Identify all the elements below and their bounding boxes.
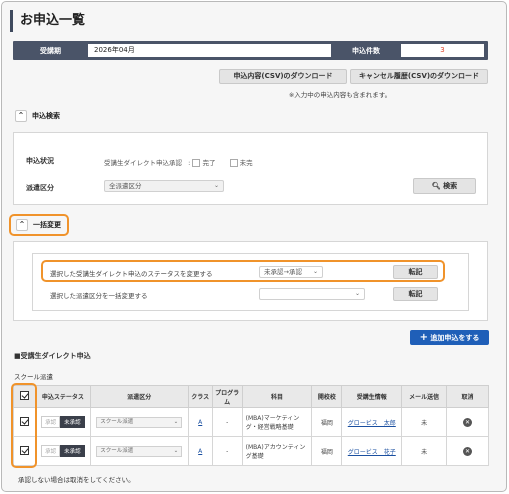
col-program: プログラム: [211, 385, 243, 408]
approved-toggle[interactable]: 承認: [41, 416, 61, 428]
bulk-status-row-highlight: [41, 260, 445, 282]
col-subject: 科目: [241, 385, 313, 408]
dispatch-cell: スクール派遣 ⌄: [89, 436, 189, 466]
page-title: お申込一覧: [10, 10, 85, 32]
pending-checkbox[interactable]: [229, 159, 238, 167]
col-mail: メール送信: [401, 385, 448, 408]
student-link[interactable]: グロービス 花子: [348, 449, 396, 456]
done-option-label: 完了: [202, 159, 216, 167]
close-icon[interactable]: ✕: [463, 446, 473, 456]
search-section-header[interactable]: ⌃ 申込検索: [15, 110, 60, 122]
dispatch-label: 派遣区分: [26, 184, 54, 192]
table-row: 承認 未承認 スクール派遣 ⌄ A - (MBA)アカウンティング基礎 福岡 グロー…: [13, 436, 489, 466]
chevron-down-icon: ⌄: [173, 418, 179, 425]
chevron-down-icon: ⌄: [213, 182, 219, 189]
student-link[interactable]: グロービス 太郎: [348, 420, 396, 427]
search-panel: 申込状況 受講生ダイレクト申込承認 : 完了 未完 派遣区分 全派遣区分 ⌄ 🔍…: [13, 132, 488, 205]
status-cell: 承認 未承認: [34, 436, 91, 466]
student-cell[interactable]: グロービス 花子: [341, 436, 403, 466]
chevron-up-icon[interactable]: ⌃: [15, 110, 27, 122]
dispatch-cell: スクール派遣 ⌄: [89, 407, 189, 437]
download-note: ※入力中の申込内容も含まれます。: [288, 91, 392, 99]
add-application-button[interactable]: + 追加申込をする: [410, 330, 489, 345]
unapproved-toggle[interactable]: 未承認: [60, 445, 85, 457]
bulk-section-title: 一括変更: [33, 221, 61, 229]
status-text: 受講生ダイレクト申込承認 : 完了 未完: [104, 159, 253, 167]
search-button[interactable]: 🔍︎ 検索: [413, 178, 476, 194]
pending-option-label: 未完: [239, 159, 253, 167]
page-frame: お申込一覧 受講期 2026年04月 申込件数 3 申込内容(CSV)のダウンロ…: [1, 1, 507, 492]
direct-table: 申込ステータス 派遣区分 クラス プログラム 科目 開校校 受講生情報 メール送…: [13, 385, 489, 466]
table-row: 承認 未承認 スクール派遣 ⌄ A - (MBA)マーケティング・経営戦略基礎 福岡…: [13, 407, 489, 437]
col-school: 開校校: [311, 385, 343, 408]
search-icon: 🔍︎: [431, 182, 441, 190]
class-cell[interactable]: A: [187, 407, 213, 437]
col-student: 受講生情報: [341, 385, 403, 408]
period-label: 受講期: [40, 46, 61, 55]
row-dispatch-value: スクール派遣: [100, 447, 134, 454]
school-cell: 福岡: [311, 407, 343, 437]
school-cell: 福岡: [311, 436, 343, 466]
done-checkbox[interactable]: [192, 159, 201, 167]
add-application-label: 追加申込をする: [430, 334, 480, 342]
cancel-csv-download-button[interactable]: キャンセル履歴(CSV)のダウンロード: [350, 69, 488, 84]
checkbox-column-highlight: [11, 383, 37, 468]
count-value: 3: [401, 44, 484, 57]
class-link[interactable]: A: [198, 448, 202, 455]
col-dispatch: 派遣区分: [89, 385, 189, 408]
bulk-dispatch-select[interactable]: ⌄: [259, 288, 365, 300]
search-section-title: 申込検索: [32, 112, 60, 120]
chevron-up-icon[interactable]: ⌃: [16, 219, 28, 231]
dispatch-select-value: 全派遣区分: [109, 182, 142, 190]
program-cell: -: [211, 436, 243, 466]
dispatch-select[interactable]: 全派遣区分 ⌄: [104, 180, 224, 192]
close-icon[interactable]: ✕: [463, 417, 473, 427]
row-dispatch-value: スクール派遣: [100, 418, 134, 425]
row-dispatch-select[interactable]: スクール派遣 ⌄: [96, 416, 183, 428]
table-header-row: 申込ステータス 派遣区分 クラス プログラム 科目 開校校 受講生情報 メール送…: [13, 385, 489, 408]
bulk-section-header[interactable]: ⌃ 一括変更: [16, 219, 61, 231]
chevron-down-icon: ⌄: [354, 290, 360, 297]
col-cancel: 取消: [446, 385, 489, 408]
student-cell[interactable]: グロービス 太郎: [341, 407, 403, 437]
search-button-label: 検索: [443, 182, 458, 190]
bulk-dispatch-apply-button[interactable]: 転記: [393, 287, 438, 301]
status-cell: 承認 未承認: [34, 407, 91, 437]
subject-cell: (MBA)アカウンティング基礎: [241, 436, 313, 466]
class-cell[interactable]: A: [187, 436, 213, 466]
mail-cell: 未: [401, 407, 448, 437]
count-label: 申込件数: [352, 46, 380, 55]
approved-toggle[interactable]: 承認: [41, 445, 61, 457]
period-value: 2026年04月: [88, 44, 331, 57]
status-label: 申込状況: [26, 157, 54, 165]
subject-cell: (MBA)マーケティング・経営戦略基礎: [241, 407, 313, 437]
chevron-down-icon: ⌄: [173, 447, 179, 454]
program-cell: -: [211, 407, 243, 437]
bulk-dispatch-text: 選択した派遣区分を一括変更する: [50, 292, 148, 300]
footer-note: 承認しない場合は取消をしてください。: [18, 476, 135, 484]
period-info-bar: 受講期 2026年04月 申込件数 3: [13, 41, 488, 60]
direct-section-title: ■受講生ダイレクト申込: [14, 352, 91, 360]
mail-cell: 未: [401, 436, 448, 466]
unapproved-toggle[interactable]: 未承認: [60, 416, 85, 428]
cancel-cell[interactable]: ✕: [446, 407, 489, 437]
col-class: クラス: [187, 385, 213, 408]
status-filter-text: 受講生ダイレクト申込承認: [104, 159, 182, 167]
csv-download-button[interactable]: 申込内容(CSV)のダウンロード: [219, 69, 347, 84]
row-dispatch-select[interactable]: スクール派遣 ⌄: [96, 445, 183, 457]
cancel-cell[interactable]: ✕: [446, 436, 489, 466]
direct-subtitle: スクール派遣: [14, 373, 53, 381]
class-link[interactable]: A: [198, 419, 202, 426]
plus-icon: +: [419, 332, 428, 343]
col-status: 申込ステータス: [34, 385, 91, 408]
